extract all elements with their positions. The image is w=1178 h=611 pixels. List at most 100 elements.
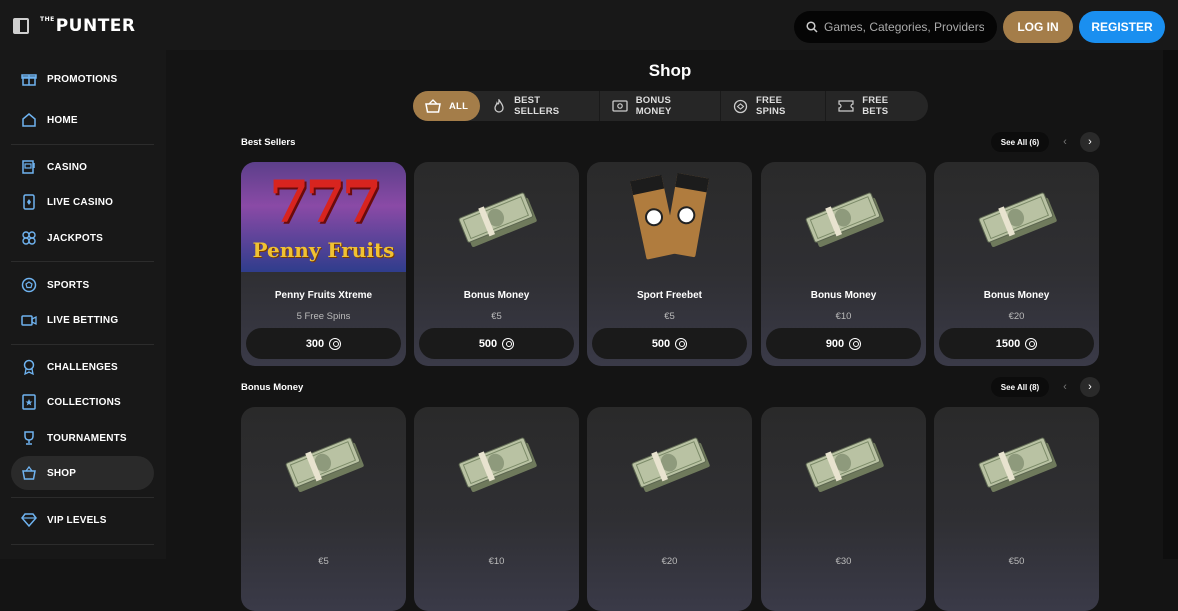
- shop-card[interactable]: €50: [934, 407, 1099, 611]
- see-all-button[interactable]: See All (6): [991, 132, 1049, 152]
- tab-all[interactable]: ALL: [413, 91, 481, 121]
- tab-bonus-money[interactable]: BONUS MONEY: [600, 91, 720, 121]
- card-image: 777 Penny Fruits: [241, 162, 406, 272]
- card-subtitle: €5: [318, 556, 329, 567]
- card-subtitle: €10: [488, 556, 505, 567]
- shop-tabs: ALL BEST SELLERS BONUS MONEY FREE SPINS …: [413, 91, 928, 121]
- card-subtitle: €30: [835, 556, 852, 567]
- flame-icon: [492, 99, 506, 113]
- divider: [11, 344, 154, 345]
- shop-card[interactable]: €20: [587, 407, 752, 611]
- shop-card[interactable]: Bonus Money €20 1500: [934, 162, 1099, 366]
- divider: [11, 544, 154, 545]
- card-image: [241, 407, 406, 517]
- buy-button[interactable]: 1500: [939, 328, 1094, 359]
- card-price: 500: [651, 337, 671, 350]
- penny-title: Penny Fruits: [252, 238, 395, 262]
- search-bar[interactable]: [794, 11, 997, 43]
- sidebar-item-tournaments[interactable]: TOURNAMENTS: [11, 421, 154, 455]
- basket-icon: [425, 99, 441, 113]
- cash-icon: [612, 100, 628, 112]
- buy-button[interactable]: 300: [246, 328, 401, 359]
- divider: [11, 144, 154, 145]
- card-subtitle: €5: [664, 311, 675, 322]
- sidebar-toggle-icon[interactable]: [13, 18, 29, 34]
- sidebar-item-collections[interactable]: COLLECTIONS: [11, 385, 154, 419]
- tab-free-bets[interactable]: FREE BETS: [826, 91, 928, 121]
- prev-arrow-icon[interactable]: ‹: [1055, 377, 1075, 397]
- trophy-icon: [20, 429, 38, 447]
- card-subtitle: 5 Free Spins: [296, 311, 351, 322]
- shop-card[interactable]: Bonus Money €5 500: [414, 162, 579, 366]
- card-image: [934, 407, 1099, 517]
- search-icon: [806, 21, 818, 33]
- shop-card[interactable]: €10: [414, 407, 579, 611]
- sidebar-item-vip-levels[interactable]: VIP LEVELS: [11, 503, 154, 537]
- video-icon: [20, 311, 38, 329]
- sidebar-item-label: CASINO: [47, 161, 88, 173]
- sidebar-item-label: HOME: [47, 114, 78, 126]
- tab-free-spins[interactable]: FREE SPINS: [721, 91, 825, 121]
- sidebar-item-home[interactable]: HOME: [11, 103, 154, 137]
- register-button[interactable]: REGISTER: [1079, 11, 1165, 43]
- cash-stack-image: [452, 425, 542, 500]
- login-button[interactable]: LOG IN: [1003, 11, 1073, 43]
- sidebar-item-promotions[interactable]: PROMOTIONS: [11, 62, 154, 96]
- logo-text: PUNTER: [55, 16, 136, 36]
- tab-label: FREE BETS: [862, 95, 889, 117]
- prev-arrow-icon[interactable]: ‹: [1055, 132, 1075, 152]
- tab-best-sellers[interactable]: BEST SELLERS: [480, 91, 599, 121]
- tab-label: ALL: [449, 100, 469, 112]
- main-content: Shop ALL BEST SELLERS BONUS MONEY FREE S…: [166, 50, 1178, 611]
- cash-stack-image: [279, 425, 369, 500]
- shop-card[interactable]: 777 Penny Fruits Penny Fruits Xtreme 5 Free…: [241, 162, 406, 366]
- basket-icon: [20, 464, 38, 482]
- ticket-icon: [838, 100, 854, 112]
- sidebar-item-label: COLLECTIONS: [47, 396, 121, 408]
- see-all-button[interactable]: See All (8): [991, 377, 1049, 397]
- shop-card[interactable]: €5: [241, 407, 406, 611]
- divider: [11, 261, 154, 262]
- spin-icon: [733, 99, 748, 114]
- cash-stack-image: [972, 180, 1062, 255]
- shop-card[interactable]: €30: [761, 407, 926, 611]
- coin-icon: [329, 337, 342, 350]
- sidebar-item-shop[interactable]: SHOP: [11, 456, 154, 490]
- sidebar-item-label: TOURNAMENTS: [47, 432, 127, 444]
- next-arrow-icon[interactable]: ›: [1080, 132, 1100, 152]
- card-image: [934, 162, 1099, 272]
- scrollbar[interactable]: [1163, 50, 1178, 559]
- coin-icon: [502, 337, 515, 350]
- shop-card[interactable]: Sport Freebet €5 500: [587, 162, 752, 366]
- card-price: 1500: [995, 337, 1021, 350]
- sidebar-item-challenges[interactable]: CHALLENGES: [11, 350, 154, 384]
- card-image: [587, 407, 752, 517]
- sidebar-item-label: SHOP: [47, 467, 77, 479]
- logo[interactable]: THEPUNTER: [40, 16, 136, 36]
- divider: [11, 497, 154, 498]
- tab-label: FREE SPINS: [756, 95, 786, 117]
- sidebar-item-live-casino[interactable]: LIVE CASINO: [11, 185, 154, 219]
- sidebar-item-sports[interactable]: SPORTS: [11, 268, 154, 302]
- card-image: [414, 407, 579, 517]
- sidebar-item-casino[interactable]: CASINO: [11, 150, 154, 184]
- search-input[interactable]: [824, 20, 984, 34]
- gift-icon: [20, 70, 38, 88]
- sidebar-item-label: JACKPOTS: [47, 232, 104, 244]
- card-name: Penny Fruits Xtreme: [274, 290, 373, 301]
- sidebar-item-live-betting[interactable]: LIVE BETTING: [11, 303, 154, 337]
- card-subtitle: €20: [661, 556, 678, 567]
- coin-icon: [1025, 337, 1038, 350]
- sidebar-item-jackpots[interactable]: JACKPOTS: [11, 221, 154, 255]
- penny-fruits-image: 777 Penny Fruits: [241, 162, 406, 272]
- next-arrow-icon[interactable]: ›: [1080, 377, 1100, 397]
- card-subtitle: €50: [1008, 556, 1025, 567]
- buy-button[interactable]: 900: [766, 328, 921, 359]
- buy-button[interactable]: 500: [419, 328, 574, 359]
- card-image: [587, 162, 752, 272]
- badge-icon: [20, 358, 38, 376]
- home-icon: [20, 111, 38, 129]
- card-name: Bonus Money: [810, 290, 877, 301]
- buy-button[interactable]: 500: [592, 328, 747, 359]
- shop-card[interactable]: Bonus Money €10 900: [761, 162, 926, 366]
